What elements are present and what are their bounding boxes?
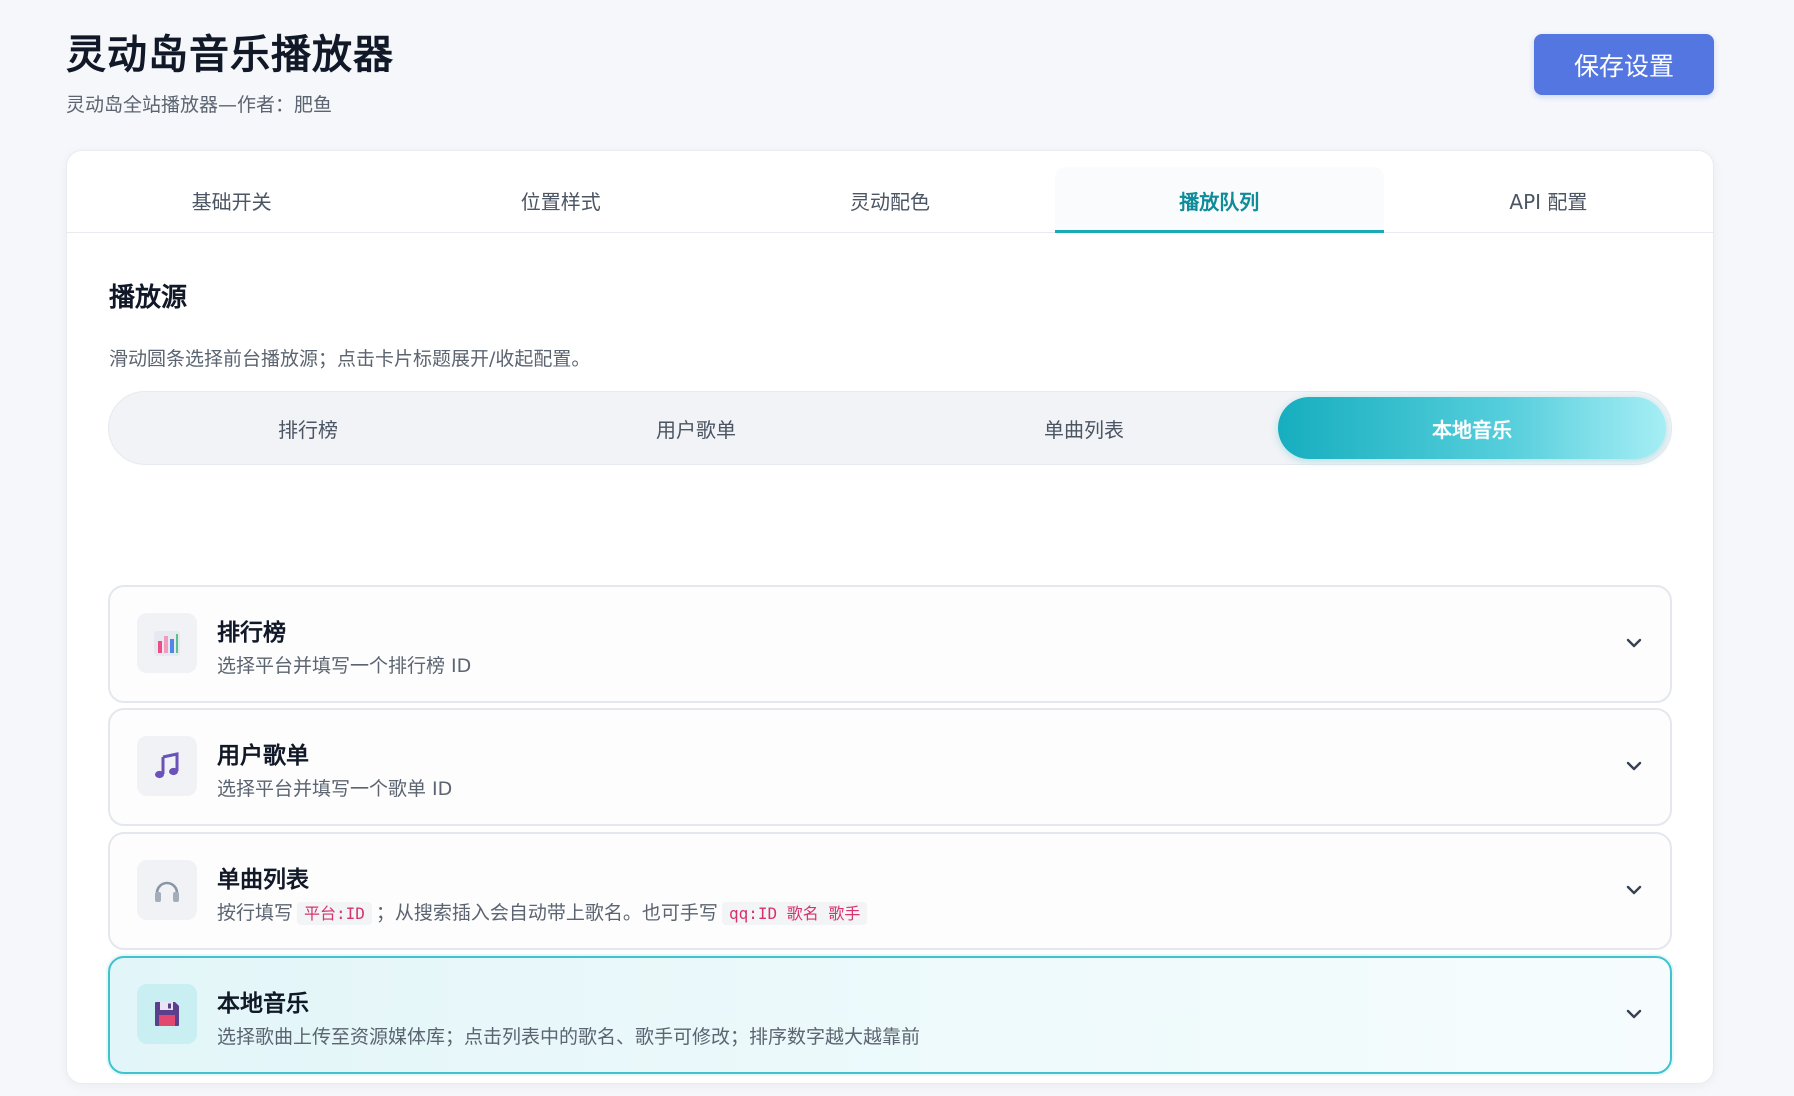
card-description: 按行填写 平台:ID ；从搜索插入会自动带上歌名。也可手写 qq:ID 歌名 歌手 — [217, 898, 871, 925]
card-title: 排行榜 — [217, 620, 286, 646]
segment-user-playlist[interactable]: 用户歌单 — [502, 397, 890, 459]
tab-label: 基础开关 — [191, 190, 272, 214]
page-subtitle: 灵动岛全站播放器—作者：肥鱼 — [66, 94, 333, 116]
card-description: 选择平台并填写一个排行榜 ID — [217, 655, 472, 677]
tab-label: API 配置 — [1509, 190, 1588, 214]
settings-panel: 基础开关 位置样式 灵动配色 播放队列 API 配置 播放源 滑动圆条选择前台播… — [66, 150, 1714, 1084]
source-card-user-playlist[interactable]: 用户歌单 选择平台并填写一个歌单 ID — [108, 708, 1672, 826]
save-settings-button[interactable]: 保存设置 — [1534, 34, 1714, 95]
card-title: 本地音乐 — [217, 991, 309, 1017]
chevron-down-icon[interactable] — [1624, 756, 1644, 776]
source-card-local-music[interactable]: 本地音乐 选择歌曲上传至资源媒体库；点击列表中的歌名、歌手可修改；排序数字越大越… — [108, 956, 1672, 1074]
chevron-down-icon[interactable] — [1624, 1004, 1644, 1024]
code-snippet: 平台:ID — [297, 902, 372, 925]
chevron-down-icon[interactable] — [1624, 880, 1644, 900]
desc-text: 按行填写 — [217, 902, 294, 924]
tab-position-style[interactable]: 位置样式 — [396, 151, 725, 232]
section-description: 滑动圆条选择前台播放源；点击卡片标题展开/收起配置。 — [109, 348, 591, 370]
card-description: 选择歌曲上传至资源媒体库；点击列表中的歌名、歌手可修改；排序数字越大越靠前 — [217, 1026, 921, 1048]
tab-label: 灵动配色 — [850, 190, 930, 214]
tab-bar: 基础开关 位置样式 灵动配色 播放队列 API 配置 — [67, 151, 1713, 233]
card-title: 用户歌单 — [217, 743, 309, 769]
segment-local-music[interactable]: 本地音乐 — [1278, 397, 1666, 459]
desc-text: ；从搜索插入会自动带上歌名。也可手写 — [375, 902, 718, 924]
card-description: 选择平台并填写一个歌单 ID — [217, 778, 453, 800]
source-card-single-list[interactable]: 单曲列表 按行填写 平台:ID ；从搜索插入会自动带上歌名。也可手写 qq:ID 歌名… — [108, 832, 1672, 950]
tab-label: 位置样式 — [520, 190, 601, 214]
page-header: 灵动岛音乐播放器 灵动岛全站播放器—作者：肥鱼 — [66, 22, 394, 117]
segment-single-list[interactable]: 单曲列表 — [890, 397, 1278, 459]
segment-chart[interactable]: 排行榜 — [114, 397, 502, 459]
code-snippet: qq:ID 歌名 歌手 — [721, 902, 868, 925]
tab-basic-switches[interactable]: 基础开关 — [67, 151, 396, 232]
section-title: 播放源 — [109, 283, 188, 313]
bar-chart-icon — [137, 613, 197, 673]
headphones-icon — [137, 860, 197, 920]
music-note-icon — [137, 736, 197, 796]
tab-play-queue[interactable]: 播放队列 — [1054, 151, 1385, 233]
tab-api-config[interactable]: API 配置 — [1384, 151, 1713, 232]
tab-label: 播放队列 — [1179, 190, 1260, 214]
source-card-chart[interactable]: 排行榜 选择平台并填写一个排行榜 ID — [108, 585, 1672, 703]
floppy-disk-icon — [137, 984, 197, 1044]
tab-dynamic-colors[interactable]: 灵动配色 — [725, 151, 1054, 232]
source-segmented-control: 排行榜 用户歌单 单曲列表 本地音乐 — [108, 391, 1672, 465]
page-title: 灵动岛音乐播放器 — [66, 32, 394, 78]
card-title: 单曲列表 — [217, 867, 309, 893]
chevron-down-icon[interactable] — [1624, 633, 1644, 653]
